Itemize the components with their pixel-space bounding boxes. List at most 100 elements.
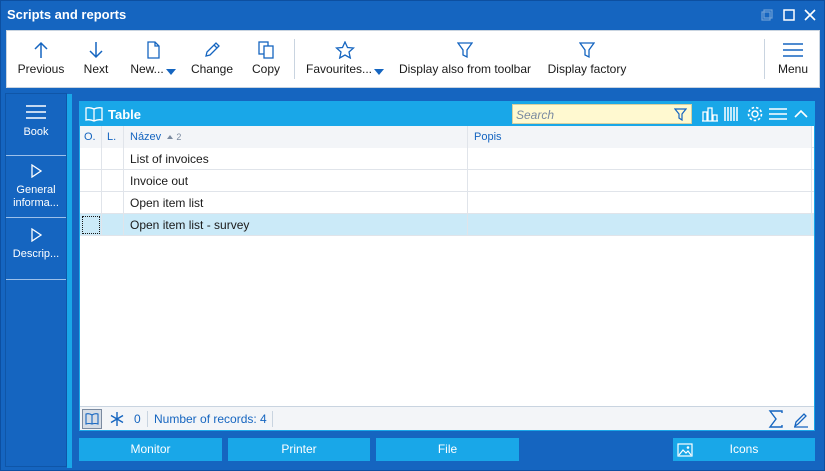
display-factory-button[interactable]: Display factory bbox=[545, 31, 629, 87]
table-cell-o bbox=[80, 214, 102, 236]
pencil-icon bbox=[205, 42, 220, 57]
toolbar-divider bbox=[764, 39, 765, 79]
column-header-nazev-label: Název bbox=[130, 131, 162, 143]
new-document-icon bbox=[147, 41, 160, 59]
filter-icon bbox=[579, 42, 595, 59]
column-header-popis[interactable]: Popis bbox=[468, 126, 812, 148]
window-title: Scripts and reports bbox=[7, 7, 127, 22]
star-icon bbox=[335, 41, 355, 59]
title-bar: Scripts and reports bbox=[1, 1, 824, 29]
table-cell-o bbox=[80, 170, 102, 192]
new-button[interactable]: New... bbox=[127, 31, 179, 87]
panel-header: Table Search bbox=[80, 102, 814, 126]
sidebar: Book General informa... Descrip... bbox=[5, 93, 72, 468]
copy-icon bbox=[258, 41, 274, 59]
table-cell-o bbox=[80, 148, 102, 170]
close-icon[interactable] bbox=[800, 5, 820, 25]
previous-button[interactable]: Previous bbox=[17, 31, 65, 87]
toolbar: Previous Next New... Change Copy Favouri… bbox=[6, 30, 820, 88]
next-button[interactable]: Next bbox=[80, 31, 112, 87]
previous-label: Previous bbox=[17, 62, 65, 76]
table-cell-popis bbox=[468, 170, 812, 192]
toolbar-divider bbox=[294, 39, 295, 79]
gear-icon[interactable] bbox=[745, 105, 765, 123]
window: Scripts and reports Previous Next New...… bbox=[0, 0, 825, 471]
display-factory-label: Display factory bbox=[547, 62, 627, 76]
table-row[interactable]: Open item list bbox=[80, 192, 814, 214]
table-row-selected[interactable]: Open item list - survey bbox=[80, 214, 814, 236]
sidebar-item-book[interactable]: Book bbox=[6, 94, 66, 156]
table-cell-l bbox=[102, 170, 124, 192]
filter-icon bbox=[457, 42, 473, 59]
arrow-down-icon bbox=[89, 42, 103, 59]
table-cell-l bbox=[102, 214, 124, 236]
sidebar-item-description[interactable]: Descrip... bbox=[6, 218, 66, 280]
chevron-down-icon bbox=[374, 69, 385, 75]
filter-icon[interactable] bbox=[674, 108, 687, 121]
status-divider bbox=[147, 411, 148, 427]
maximize-icon[interactable] bbox=[779, 5, 799, 25]
table-cell-nazev: Invoice out bbox=[124, 170, 468, 192]
table-row[interactable]: List of invoices bbox=[80, 148, 814, 170]
status-divider bbox=[272, 411, 273, 427]
play-icon bbox=[31, 228, 42, 242]
restore-icon[interactable] bbox=[757, 5, 777, 25]
copy-label: Copy bbox=[251, 62, 280, 76]
hamburger-icon bbox=[783, 43, 803, 57]
column-header-o[interactable]: O. bbox=[80, 126, 102, 148]
favourites-button[interactable]: Favourites... bbox=[305, 31, 385, 87]
table-cell-nazev: List of invoices bbox=[124, 148, 468, 170]
columns-icon[interactable] bbox=[722, 105, 742, 123]
list-icon[interactable] bbox=[768, 105, 788, 123]
sigma-icon[interactable] bbox=[768, 410, 784, 431]
status-bar: 0 Number of records: 4 bbox=[80, 406, 814, 430]
snowflake-icon[interactable] bbox=[109, 411, 125, 430]
printer-button[interactable]: Printer bbox=[228, 438, 370, 461]
sidebar-item-general-information[interactable]: General informa... bbox=[6, 156, 66, 218]
table-cell-o bbox=[80, 192, 102, 214]
change-button[interactable]: Change bbox=[189, 31, 235, 87]
file-button[interactable]: File bbox=[376, 438, 519, 461]
table-cell-nazev: Open item list bbox=[124, 192, 468, 214]
new-label: New... bbox=[130, 62, 164, 76]
table-cell-nazev: Open item list - survey bbox=[124, 214, 468, 236]
search-input[interactable]: Search bbox=[512, 104, 692, 124]
sidebar-accent bbox=[67, 94, 72, 468]
icons-button[interactable]: Icons bbox=[673, 438, 815, 461]
copy-button[interactable]: Copy bbox=[250, 31, 282, 87]
arrow-up-icon bbox=[34, 41, 48, 58]
column-header-nazev[interactable]: Název 2 bbox=[124, 126, 468, 148]
play-icon bbox=[31, 164, 42, 178]
table-header-row: O. L. Název 2 Popis bbox=[80, 126, 814, 148]
menu-button[interactable]: Menu bbox=[773, 31, 813, 87]
record-count: Number of records: 4 bbox=[154, 412, 267, 426]
table-cell-l bbox=[102, 148, 124, 170]
display-from-toolbar-label: Display also from toolbar bbox=[398, 62, 532, 76]
table-panel: Table Search O. L. Název 2 Popis List of… bbox=[79, 101, 815, 431]
table-cell-popis bbox=[468, 214, 812, 236]
sort-index: 2 bbox=[176, 132, 182, 142]
favourites-label: Favourites... bbox=[305, 62, 373, 76]
book-icon bbox=[85, 106, 103, 125]
column-header-l[interactable]: L. bbox=[102, 126, 124, 148]
table-row[interactable]: Invoice out bbox=[80, 170, 814, 192]
sort-ascending-icon bbox=[167, 135, 174, 139]
image-icon bbox=[677, 442, 693, 465]
display-from-toolbar-button[interactable]: Display also from toolbar bbox=[397, 31, 533, 87]
change-label: Change bbox=[190, 62, 234, 76]
panel-title: Table bbox=[108, 107, 141, 122]
book-view-icon[interactable] bbox=[82, 409, 102, 429]
hamburger-icon bbox=[26, 105, 46, 119]
icons-label: Icons bbox=[729, 442, 759, 456]
menu-label: Menu bbox=[777, 62, 809, 76]
chevron-up-icon[interactable] bbox=[791, 105, 811, 123]
chart-icon[interactable] bbox=[700, 105, 720, 123]
monitor-button[interactable]: Monitor bbox=[79, 438, 222, 461]
table-cell-l bbox=[102, 192, 124, 214]
sidebar-item-label: Book bbox=[23, 126, 49, 138]
next-label: Next bbox=[83, 62, 109, 76]
table-cell-popis bbox=[468, 148, 812, 170]
sidebar-item-label: Descrip... bbox=[12, 248, 60, 260]
edit-icon[interactable] bbox=[793, 410, 809, 431]
table-cell-popis bbox=[468, 192, 812, 214]
